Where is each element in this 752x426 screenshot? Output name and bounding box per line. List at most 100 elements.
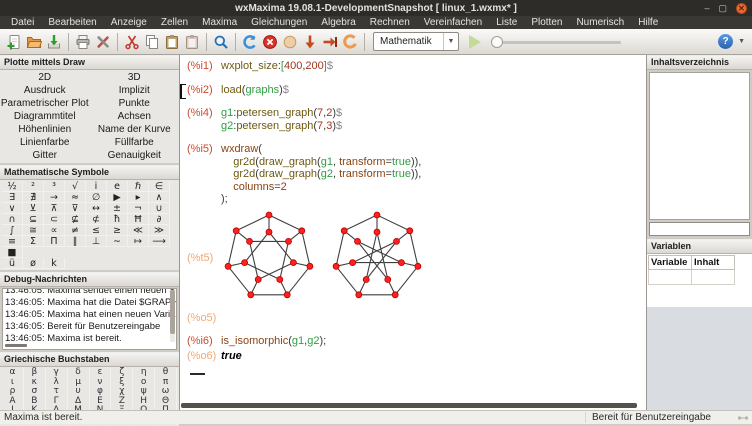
print-icon[interactable] <box>73 32 93 52</box>
symbol-button[interactable]: ∧ <box>149 192 170 203</box>
cell-content[interactable]: true <box>221 350 242 363</box>
symbol-button[interactable]: ■ <box>2 247 23 258</box>
chevron-down-icon[interactable]: ▼ <box>443 33 458 50</box>
minimize-icon[interactable]: – <box>704 4 709 13</box>
symbol-button[interactable]: ≤ <box>86 225 107 236</box>
symbol-button[interactable]: ∫ <box>2 225 23 236</box>
debug-log[interactable]: 13:46:05: Maxima sendet einen neuen Satz… <box>2 288 177 350</box>
symbol-button[interactable]: ∃ <box>2 192 23 203</box>
symbol-button[interactable]: e <box>107 181 128 192</box>
toolbar-overflow-icon[interactable]: ▼ <box>738 38 745 45</box>
symbol-button[interactable]: ⊻ <box>23 203 44 214</box>
menu-algebra[interactable]: Algebra <box>314 16 362 29</box>
toc-filter-input[interactable] <box>649 222 750 236</box>
slider-handle[interactable] <box>491 36 503 48</box>
animation-slider[interactable] <box>491 35 621 49</box>
menu-zellen[interactable]: Zellen <box>154 16 195 29</box>
draw-button-linienfarbe[interactable]: Linienfarbe <box>0 136 90 149</box>
menu-plotten[interactable]: Plotten <box>524 16 569 29</box>
cut-icon[interactable] <box>122 32 142 52</box>
variables-grid[interactable]: VariableInhalt <box>647 254 752 307</box>
maxima-mode-select[interactable]: Mathematik ▼ <box>373 32 459 51</box>
symbol-button[interactable]: ℏ <box>128 181 149 192</box>
symbol-button[interactable]: ≡ <box>2 236 23 247</box>
toc-list[interactable] <box>649 72 750 220</box>
symbol-button[interactable]: ∩ <box>2 214 23 225</box>
debug-scrollbar[interactable] <box>170 290 175 342</box>
draw-button-achsen[interactable]: Achsen <box>90 110 180 123</box>
draw-button-implizit[interactable]: Implizit <box>90 84 180 97</box>
symbol-button[interactable]: Π <box>44 236 65 247</box>
symbol-button[interactable]: ≫ <box>149 225 170 236</box>
cell-content[interactable]: wxplot_size:[400,200]$ <box>221 60 333 73</box>
symbol-button[interactable]: ∼ <box>107 236 128 247</box>
symbol-button[interactable]: ± <box>107 203 128 214</box>
draw-button-ausdruck[interactable]: Ausdruck <box>0 84 90 97</box>
symbol-button[interactable]: ≥ <box>107 225 128 236</box>
symbol-button[interactable]: ∨ <box>2 203 23 214</box>
cell-content[interactable]: load(graphs)$ <box>221 84 289 97</box>
draw-button-parametrischer-plot[interactable]: Parametrischer Plot <box>0 97 90 110</box>
variables-empty-row[interactable] <box>649 270 735 285</box>
horizontal-scrollbar[interactable] <box>181 403 637 408</box>
symbol-button[interactable]: ∅ <box>86 192 107 203</box>
evaluate-rest-icon[interactable] <box>320 32 340 52</box>
symbol-button[interactable]: ∈ <box>149 181 170 192</box>
symbol-button[interactable]: ⊆ <box>23 214 44 225</box>
symbol-button[interactable]: ▶ <box>107 192 128 203</box>
menu-hilfe[interactable]: Hilfe <box>631 16 665 29</box>
open-file-icon[interactable] <box>24 32 44 52</box>
save-icon[interactable] <box>44 32 64 52</box>
symbol-button[interactable]: ≠ <box>65 225 86 236</box>
symbol-button[interactable]: ↦ <box>128 236 149 247</box>
menu-numerisch[interactable]: Numerisch <box>569 16 631 29</box>
symbol-button[interactable]: ü <box>2 258 23 269</box>
menu-maxima[interactable]: Maxima <box>195 16 244 29</box>
paste-icon[interactable] <box>162 32 182 52</box>
menu-liste[interactable]: Liste <box>489 16 524 29</box>
symbol-button[interactable]: ⊼ <box>44 203 65 214</box>
paste-alt-icon[interactable] <box>182 32 202 52</box>
find-icon[interactable] <box>211 32 231 52</box>
evaluate-current-icon[interactable] <box>280 32 300 52</box>
active-cell-bracket[interactable] <box>180 84 186 99</box>
symbol-button[interactable]: Σ <box>23 236 44 247</box>
symbol-button[interactable]: ⊄ <box>86 214 107 225</box>
cell-content[interactable] <box>221 211 425 306</box>
draw-button-genauigkeit[interactable]: Genauigkeit <box>90 149 180 162</box>
draw-button-gitter[interactable]: Gitter <box>0 149 90 162</box>
interrupt-icon[interactable] <box>260 32 280 52</box>
symbol-button[interactable]: ▸ <box>128 192 149 203</box>
menu-datei[interactable]: Datei <box>4 16 41 29</box>
symbol-button[interactable]: ³ <box>44 181 65 192</box>
draw-button-name-der-kurve[interactable]: Name der Kurve <box>90 123 180 136</box>
evaluate-all-icon[interactable] <box>340 32 360 52</box>
symbol-button[interactable]: ∝ <box>44 225 65 236</box>
draw-button-3d[interactable]: 3D <box>90 71 180 84</box>
draw-button-diagrammtitel[interactable]: Diagrammtitel <box>0 110 90 123</box>
symbol-button[interactable]: ø <box>23 258 44 269</box>
help-icon[interactable]: ? <box>718 34 733 49</box>
symbol-button[interactable]: ∄ <box>23 192 44 203</box>
variables-cell[interactable] <box>692 270 735 285</box>
symbol-button[interactable]: ∪ <box>149 203 170 214</box>
new-document-icon[interactable] <box>4 32 24 52</box>
symbol-button[interactable]: i <box>86 181 107 192</box>
symbol-button[interactable]: ⟶ <box>149 236 170 247</box>
worksheet-area[interactable]: (%i1)wxplot_size:[400,200]$(%i2)load(gra… <box>180 55 646 410</box>
symbol-button[interactable]: ≪ <box>128 225 149 236</box>
symbol-button[interactable]: ½ <box>2 181 23 192</box>
scrollbar-thumb[interactable] <box>170 290 175 334</box>
symbol-button[interactable]: ⊥ <box>86 236 107 247</box>
evaluate-till-here-icon[interactable] <box>300 32 320 52</box>
symbol-button[interactable]: k <box>44 258 65 269</box>
menu-bearbeiten[interactable]: Bearbeiten <box>41 16 103 29</box>
close-icon[interactable]: ✕ <box>736 3 747 14</box>
symbol-button[interactable]: ∥ <box>65 236 86 247</box>
restart-maxima-icon[interactable] <box>240 32 260 52</box>
cell-content[interactable]: g1:petersen_graph(7,2)$g2:petersen_graph… <box>221 107 342 132</box>
variables-cell[interactable] <box>649 270 692 285</box>
play-animation-icon[interactable] <box>469 35 481 49</box>
symbol-button[interactable]: ⊂ <box>44 214 65 225</box>
menu-rechnen[interactable]: Rechnen <box>363 16 417 29</box>
